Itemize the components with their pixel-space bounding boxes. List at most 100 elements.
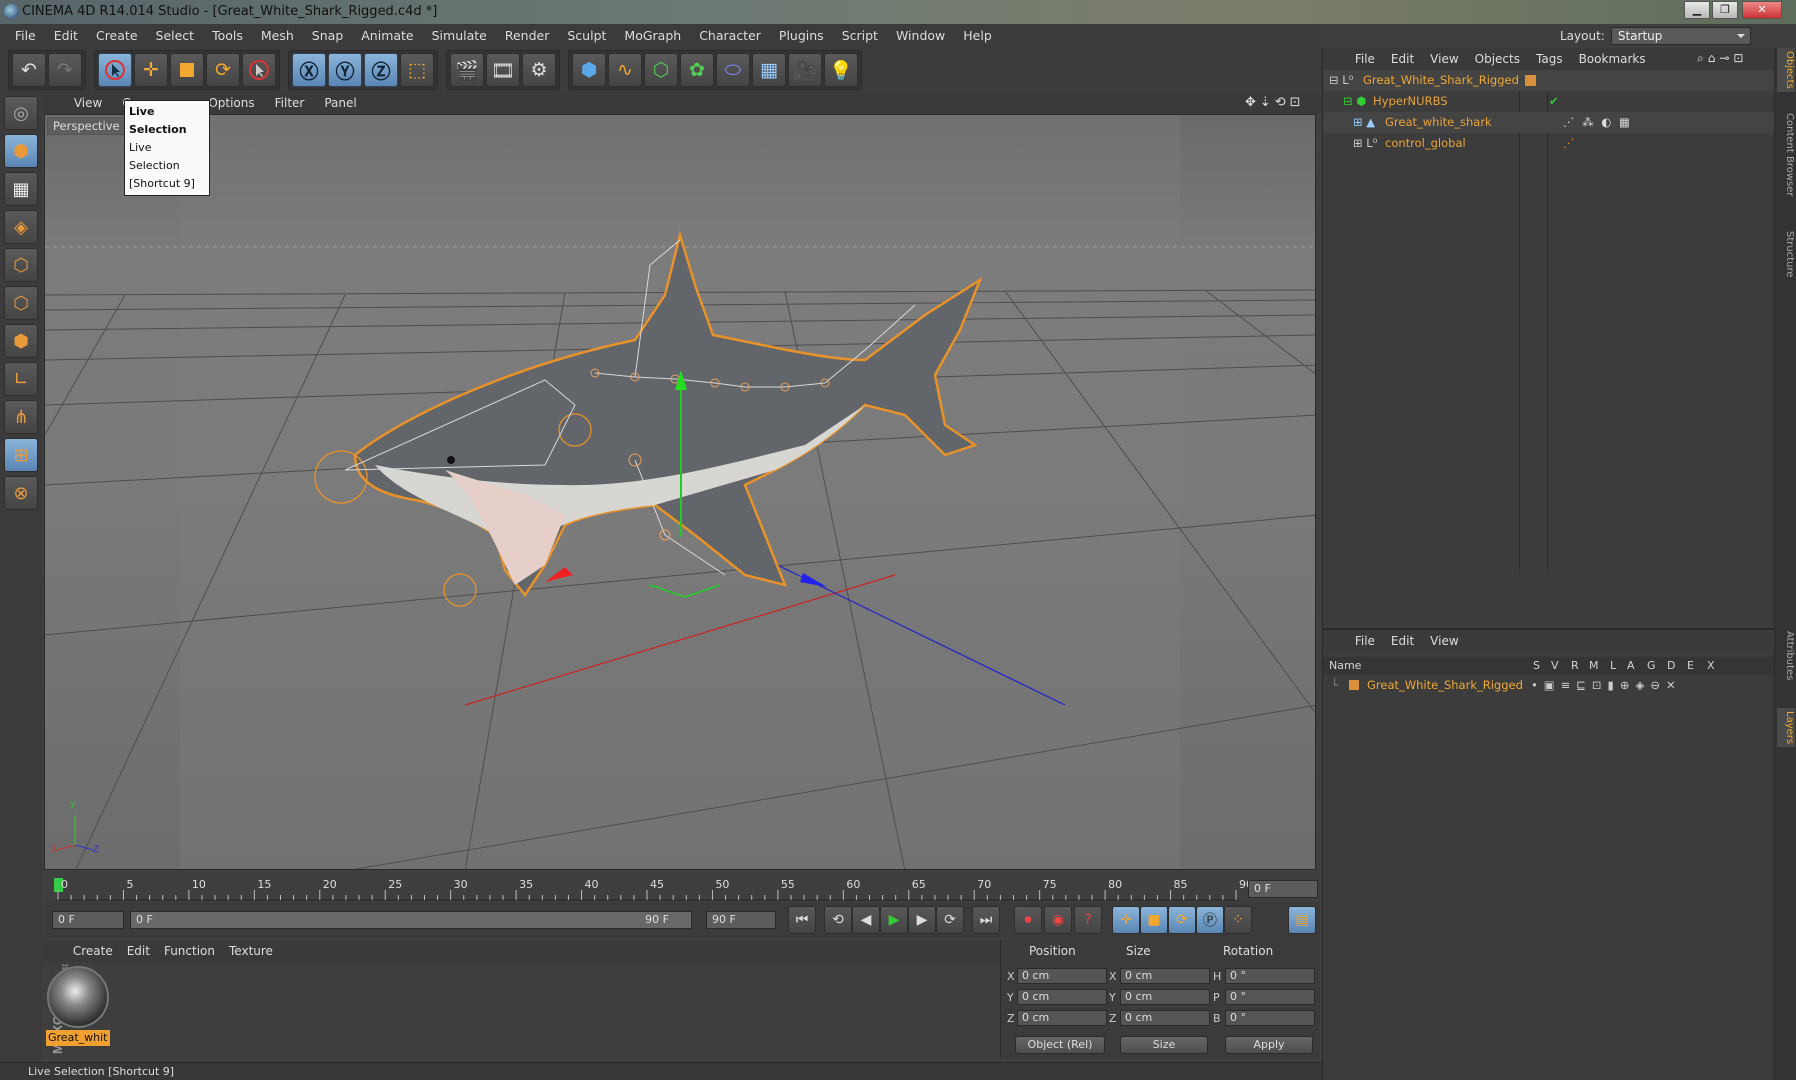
render-settings-icon[interactable]: ⚙ (522, 53, 556, 87)
pos-z-field[interactable]: 0 cm (1017, 1010, 1107, 1026)
menu-help[interactable]: Help (954, 24, 1001, 48)
menu-edit[interactable]: Edit (45, 24, 87, 48)
nurbs-icon[interactable]: ⬡ (644, 53, 678, 87)
layer-row[interactable]: └ Great_White_Shark_Rigged •▣≡⊑⊡▮⊕◈⊖✕ (1323, 676, 1775, 695)
layer-col-a[interactable]: A (1627, 657, 1635, 675)
light-icon[interactable]: 💡 (824, 53, 858, 87)
perspective-viewport[interactable]: Y X Z Perspective (44, 114, 1316, 870)
menu-script[interactable]: Script (833, 24, 887, 48)
workplane-lock-icon[interactable]: ⊗ (4, 476, 38, 510)
layer-col-d[interactable]: D (1667, 657, 1675, 675)
objects-menu-view[interactable]: View (1422, 48, 1466, 70)
recent-tool-icon[interactable] (242, 53, 276, 87)
menu-sculpt[interactable]: Sculpt (558, 24, 615, 48)
record-parameter-icon[interactable]: Ⓟ (1196, 906, 1224, 934)
live-selection-icon[interactable] (98, 53, 132, 87)
material-thumbnail[interactable] (47, 966, 109, 1028)
material-name[interactable]: Great_whit (46, 1030, 110, 1046)
layer-col-s[interactable]: S (1533, 657, 1540, 675)
record-scale-icon[interactable]: ■ (1140, 906, 1168, 934)
rot-b-field[interactable]: 0 ° (1225, 1010, 1315, 1026)
objects-menu-objects[interactable]: Objects (1467, 48, 1528, 70)
object-name-hypernurbs[interactable]: HyperNURBS (1373, 91, 1448, 112)
object-row-shark[interactable]: ⊞ ▲ Great_white_shark ⋰ ⁂ ◐ ▦ (1323, 112, 1775, 133)
x-axis-lock-icon[interactable]: Ⓧ (292, 53, 326, 87)
layer-toggle-icons[interactable]: •▣≡⊑⊡▮⊕◈⊖✕ (1531, 676, 1682, 695)
object-row-root[interactable]: ⊟ L⁰ Great_White_Shark_Rigged (1323, 70, 1775, 91)
pos-x-field[interactable]: 0 cm (1017, 968, 1107, 984)
object-row-control[interactable]: ⊞ L⁰ control_global ⋰ (1323, 133, 1775, 154)
maximize-button[interactable]: ❐ (1712, 1, 1738, 19)
menu-window[interactable]: Window (887, 24, 954, 48)
render-view-icon[interactable]: 🎬 (450, 53, 484, 87)
object-tag-icon[interactable]: ⋰ (1563, 133, 1575, 154)
object-name-shark[interactable]: Great_white_shark (1385, 112, 1492, 133)
play-icon[interactable]: ▶ (880, 906, 908, 934)
menu-character[interactable]: Character (690, 24, 770, 48)
model-mode-icon[interactable]: ⬢ (4, 134, 38, 168)
undo-icon[interactable]: ↶ (12, 53, 46, 87)
tab-structure[interactable]: Structure (1777, 228, 1795, 281)
objects-menu-bookmarks[interactable]: Bookmarks (1571, 48, 1654, 70)
render-picture-viewer-icon[interactable]: 🎞 (486, 53, 520, 87)
next-frame-icon[interactable]: ▶ (908, 906, 936, 934)
z-axis-lock-icon[interactable]: Ⓩ (364, 53, 398, 87)
rot-p-field[interactable]: 0 ° (1225, 989, 1315, 1005)
array-icon[interactable]: ✿ (680, 53, 714, 87)
layer-color-swatch[interactable] (1349, 680, 1359, 690)
pos-y-field[interactable]: 0 cm (1017, 989, 1107, 1005)
coordinate-system-icon[interactable]: ⬚ (400, 53, 434, 87)
layer-col-l[interactable]: L (1610, 657, 1616, 675)
menu-animate[interactable]: Animate (352, 24, 422, 48)
record-rotation-icon[interactable]: ⟳ (1168, 906, 1196, 934)
frame-range-slider[interactable]: 0 F 90 F (130, 911, 692, 929)
axis-mode-icon[interactable]: ∟ (4, 362, 38, 396)
object-manager-tool-icons[interactable]: ⌕⌂⊸⊡ (1697, 51, 1747, 66)
size-mode-dropdown[interactable]: Size (1120, 1036, 1208, 1054)
goto-end-icon[interactable]: ⏭ (972, 906, 1000, 934)
tab-attributes[interactable]: Attributes (1777, 628, 1795, 683)
minimize-button[interactable]: ▁ (1684, 1, 1710, 19)
object-name-root[interactable]: Great_White_Shark_Rigged (1363, 70, 1519, 91)
material-menu-edit[interactable]: Edit (120, 940, 157, 962)
record-position-icon[interactable]: ✛ (1112, 906, 1140, 934)
object-tags-icons[interactable]: ⋰ ⁂ ◐ ▦ (1563, 112, 1632, 133)
menu-file[interactable]: File (6, 24, 45, 48)
objects-menu-tags[interactable]: Tags (1528, 48, 1571, 70)
viewport-menu-view[interactable]: View (64, 92, 112, 114)
objects-menu-edit[interactable]: Edit (1383, 48, 1422, 70)
layer-col-e[interactable]: E (1687, 657, 1694, 675)
polygons-mode-icon[interactable]: ⬢ (4, 324, 38, 358)
menu-mesh[interactable]: Mesh (252, 24, 303, 48)
timeline-window-icon[interactable]: ▤ (1288, 906, 1316, 934)
size-x-field[interactable]: 0 cm (1120, 968, 1210, 984)
size-z-field[interactable]: 0 cm (1120, 1010, 1210, 1026)
menu-tools[interactable]: Tools (203, 24, 252, 48)
layers-menu-edit[interactable]: Edit (1383, 630, 1422, 652)
camera-icon[interactable]: 🎥 (788, 53, 822, 87)
tab-layers[interactable]: Layers (1777, 708, 1795, 748)
material-menu-texture[interactable]: Texture (222, 940, 280, 962)
record-point-level-icon[interactable]: ⁘ (1224, 906, 1252, 934)
start-frame-field[interactable]: 0 F (52, 911, 124, 929)
menu-mograph[interactable]: MoGraph (615, 24, 690, 48)
rotate-icon[interactable]: ⟳ (206, 53, 240, 87)
previous-frame-icon[interactable]: ◀ (852, 906, 880, 934)
menu-select[interactable]: Select (147, 24, 204, 48)
apply-button[interactable]: Apply (1225, 1036, 1313, 1054)
current-frame-field[interactable]: 0 F (1248, 880, 1318, 898)
autokey-icon[interactable]: ◉ (1044, 906, 1072, 934)
layer-name[interactable]: Great_White_Shark_Rigged (1367, 676, 1523, 695)
close-button[interactable]: ✕ (1742, 1, 1782, 19)
y-axis-lock-icon[interactable]: Ⓨ (328, 53, 362, 87)
size-y-field[interactable]: 0 cm (1120, 989, 1210, 1005)
edges-mode-icon[interactable]: ⬡ (4, 286, 38, 320)
layout-dropdown[interactable]: Startup (1610, 27, 1751, 45)
material-menu-create[interactable]: Create (66, 940, 120, 962)
object-name-control[interactable]: control_global (1385, 133, 1466, 154)
workplane-mode-icon[interactable]: ◈ (4, 210, 38, 244)
previous-key-icon[interactable]: ⟲ (824, 906, 852, 934)
tab-objects[interactable]: Objects (1777, 48, 1795, 92)
timeline-ruler[interactable]: 0 5 10 15 20 25 30 35 40 45 50 55 60 65 70 75 80 85 90 0 F (44, 876, 1320, 902)
menu-snap[interactable]: Snap (303, 24, 352, 48)
